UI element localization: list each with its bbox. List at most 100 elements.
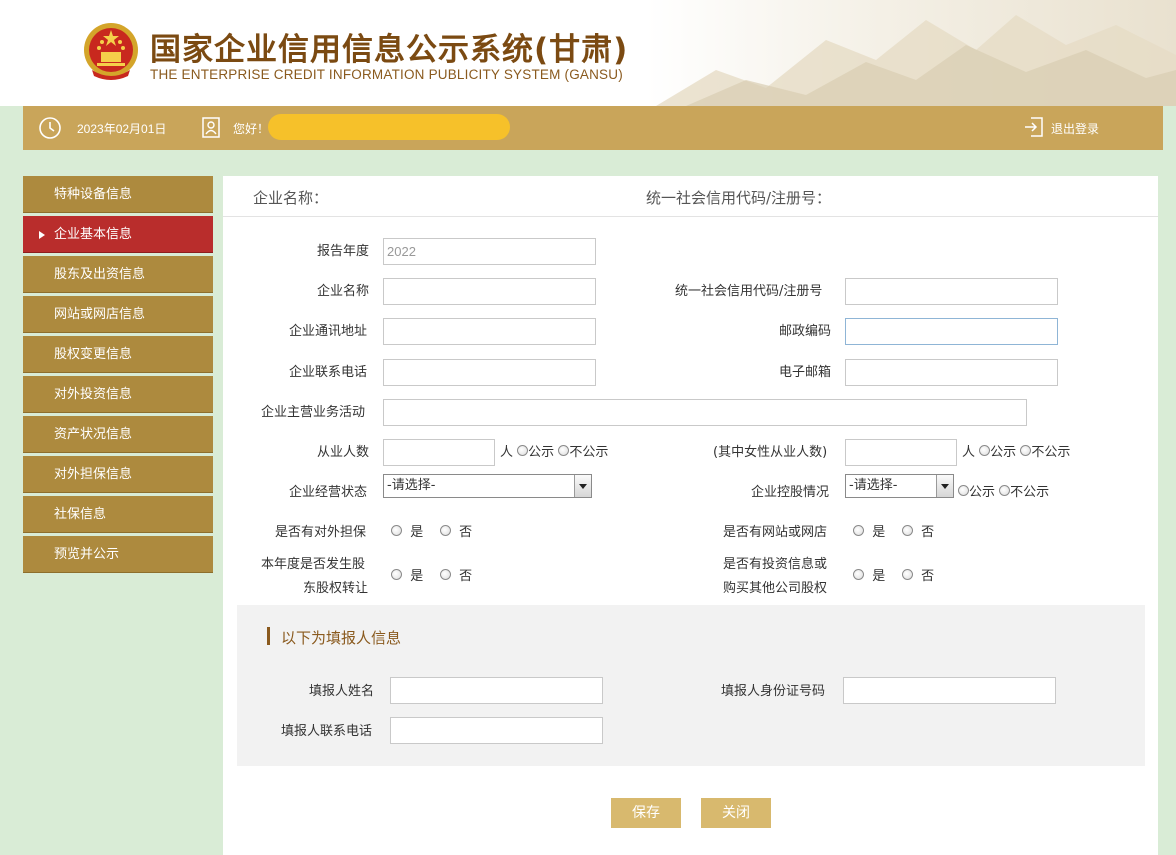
investment-options: 是 否 bbox=[853, 565, 934, 584]
yes-option: 是 bbox=[410, 525, 424, 540]
chevron-down-icon[interactable] bbox=[574, 475, 591, 497]
guarantee-options: 是 否 bbox=[391, 521, 472, 540]
business-activity-field[interactable] bbox=[383, 399, 1027, 426]
company-name-field[interactable] bbox=[383, 278, 596, 305]
guarantee-no-radio[interactable] bbox=[439, 525, 451, 536]
redacted-username bbox=[268, 114, 510, 140]
guarantee-yes-radio[interactable] bbox=[391, 525, 402, 536]
employees-not-public-radio[interactable] bbox=[558, 445, 570, 456]
transfer-yes-radio[interactable] bbox=[391, 569, 402, 580]
female-public-radio[interactable] bbox=[979, 445, 991, 456]
sidebar-item-basic-info[interactable]: 企业基本信息 bbox=[23, 216, 213, 253]
employees-label: 从业人数 bbox=[317, 445, 370, 460]
operating-status-label: 企业经营状态 bbox=[289, 485, 368, 500]
greeting-text: 您好！ bbox=[233, 122, 270, 136]
email-field[interactable] bbox=[845, 359, 1058, 386]
sidebar-item-shareholders[interactable]: 股东及出资信息 bbox=[23, 256, 213, 293]
employees-public-radio[interactable] bbox=[517, 445, 529, 456]
site-title: 国家企业信用信息公示系统(甘肃) bbox=[150, 32, 629, 68]
sidebar-item-social-security[interactable]: 社保信息 bbox=[23, 496, 213, 533]
sidebar-item-label: 特种设备信息 bbox=[54, 187, 133, 202]
save-button[interactable]: 保存 bbox=[611, 798, 681, 828]
equity-transfer-label-line1: 本年度是否发生股 bbox=[261, 557, 366, 572]
filler-id-label: 填报人身份证号码 bbox=[721, 684, 826, 699]
holding-select[interactable]: -请选择- bbox=[845, 474, 954, 498]
sidebar-item-label: 预览并公示 bbox=[54, 547, 120, 562]
credit-code-field[interactable] bbox=[845, 278, 1058, 305]
company-name-label: 企业名称 bbox=[317, 284, 370, 299]
sidebar-item-label: 社保信息 bbox=[54, 507, 107, 522]
credit-code-label: 统一社会信用代码/注册号 bbox=[675, 284, 823, 299]
transfer-no-radio[interactable] bbox=[439, 569, 451, 580]
public-option: 公示 bbox=[528, 445, 555, 460]
female-employees-field[interactable] bbox=[845, 439, 957, 466]
section-marker bbox=[267, 627, 270, 645]
website-yes-radio[interactable] bbox=[853, 525, 864, 536]
close-button[interactable]: 关闭 bbox=[701, 798, 771, 828]
filler-name-label: 填报人姓名 bbox=[309, 684, 375, 699]
phone-field[interactable] bbox=[383, 359, 596, 386]
not-public-option: 不公示 bbox=[1010, 485, 1050, 500]
logout-icon[interactable] bbox=[1023, 115, 1045, 139]
sidebar-item-investment[interactable]: 对外投资信息 bbox=[23, 376, 213, 413]
not-public-option: 不公示 bbox=[1031, 445, 1071, 460]
sidebar-item-label: 资产状况信息 bbox=[54, 427, 133, 442]
sidebar-item-special-equipment[interactable]: 特种设备信息 bbox=[23, 176, 213, 213]
company-summary-header: 企业名称： 统一社会信用代码/注册号： bbox=[223, 176, 1158, 217]
sidebar-item-assets[interactable]: 资产状况信息 bbox=[23, 416, 213, 453]
holding-not-public-radio[interactable] bbox=[999, 485, 1011, 496]
invest-yes-radio[interactable] bbox=[853, 569, 864, 580]
employees-field[interactable] bbox=[383, 439, 495, 466]
chevron-down-icon[interactable] bbox=[936, 475, 953, 497]
person-unit: 人 bbox=[500, 445, 514, 460]
equity-transfer-label-line2: 东股权转让 bbox=[303, 581, 369, 596]
filler-info-section: 以下为填报人信息 填报人姓名 填报人身份证号码 填报人联系电话 bbox=[237, 605, 1145, 766]
site-subtitle: THE ENTERPRISE CREDIT INFORMATION PUBLIC… bbox=[150, 67, 623, 82]
site-header: 国家企业信用信息公示系统(甘肃) THE ENTERPRISE CREDIT I… bbox=[0, 0, 1176, 106]
yes-option: 是 bbox=[410, 569, 424, 584]
company-name-heading: 企业名称： bbox=[253, 189, 329, 207]
sidebar-item-websites[interactable]: 网站或网店信息 bbox=[23, 296, 213, 333]
logout-link[interactable]: 退出登录 bbox=[1051, 120, 1099, 137]
business-activity-label: 企业主营业务活动 bbox=[261, 405, 366, 420]
holding-public-radio[interactable] bbox=[958, 485, 969, 496]
holding-publicity-options: 公示 不公示 bbox=[958, 481, 1049, 500]
website-options: 是 否 bbox=[853, 521, 934, 540]
main-panel: 企业名称： 统一社会信用代码/注册号： 报告年度 2022 企业名称 统一社会信… bbox=[223, 176, 1158, 855]
female-employees-label: (其中女性从业人数) bbox=[713, 445, 828, 460]
equity-transfer-options: 是 否 bbox=[391, 565, 472, 584]
person-unit: 人 bbox=[962, 445, 976, 460]
sidebar-item-preview-publish[interactable]: 预览并公示 bbox=[23, 536, 213, 573]
national-emblem-icon bbox=[84, 23, 138, 80]
filler-name-field[interactable] bbox=[390, 677, 603, 704]
email-label: 电子邮箱 bbox=[779, 365, 832, 380]
operating-status-select[interactable]: -请选择- bbox=[383, 474, 592, 498]
year-label: 报告年度 bbox=[317, 244, 370, 259]
investment-label-line1: 是否有投资信息或 bbox=[723, 557, 828, 572]
sidebar-item-label: 对外投资信息 bbox=[54, 387, 133, 402]
website-no-radio[interactable] bbox=[901, 525, 913, 536]
sidebar-item-equity-change[interactable]: 股权变更信息 bbox=[23, 336, 213, 373]
filler-phone-field[interactable] bbox=[390, 717, 603, 744]
sidebar-item-guarantee[interactable]: 对外担保信息 bbox=[23, 456, 213, 493]
yes-option: 是 bbox=[872, 569, 886, 584]
postcode-field[interactable] bbox=[845, 318, 1058, 345]
year-field[interactable]: 2022 bbox=[383, 238, 596, 265]
female-not-public-radio[interactable] bbox=[1020, 445, 1032, 456]
no-option: 否 bbox=[921, 525, 935, 540]
address-field[interactable] bbox=[383, 318, 596, 345]
current-date: 2023年02月01日 bbox=[77, 122, 167, 136]
invest-no-radio[interactable] bbox=[901, 569, 913, 580]
sidebar-item-label: 企业基本信息 bbox=[54, 227, 133, 242]
address-label: 企业通讯地址 bbox=[289, 324, 368, 339]
filler-phone-label: 填报人联系电话 bbox=[281, 724, 373, 739]
no-option: 否 bbox=[459, 569, 473, 584]
website-label: 是否有网站或网店 bbox=[723, 525, 828, 540]
yes-option: 是 bbox=[872, 525, 886, 540]
employees-publicity-options: 人 公示 不公示 bbox=[500, 441, 608, 460]
user-icon bbox=[202, 117, 220, 138]
sidebar-nav: 特种设备信息 企业基本信息 股东及出资信息 网站或网店信息 股权变更信息 对外投… bbox=[23, 176, 213, 576]
public-option: 公示 bbox=[990, 445, 1017, 460]
clock-icon bbox=[39, 117, 61, 139]
filler-id-field[interactable] bbox=[843, 677, 1056, 704]
